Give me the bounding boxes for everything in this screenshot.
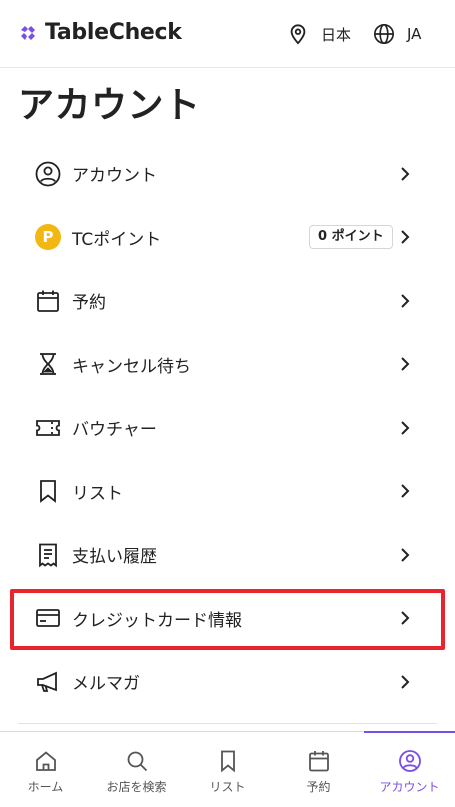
calendar-icon: [308, 751, 329, 772]
chevron-right-icon: [401, 230, 410, 244]
menu-item-account[interactable]: アカウント: [0, 142, 455, 206]
globe-icon: [374, 24, 394, 44]
location-pin-icon: [290, 24, 306, 45]
points-balance-badge: 0 ポイント: [309, 225, 393, 250]
nav-tab-lists[interactable]: リスト: [182, 732, 273, 807]
nav-tab-label: 予約: [306, 780, 331, 794]
bookmark-icon: [220, 750, 235, 773]
chevron-right-icon: [401, 484, 410, 498]
nav-tab-search[interactable]: お店を検索: [91, 732, 182, 807]
nav-tab-label: お店を検索: [106, 780, 167, 794]
user-circle-icon: [34, 160, 62, 188]
bookmark-icon: [34, 477, 62, 505]
nav-tab-reservations[interactable]: 予約: [273, 732, 364, 807]
nav-tab-label: リスト: [209, 780, 246, 794]
content-divider: [18, 723, 437, 724]
nav-tab-home[interactable]: ホーム: [0, 732, 91, 807]
logo-text: TableCheck: [45, 20, 182, 45]
menu-item-lists[interactable]: リスト: [0, 460, 455, 524]
points-coin-letter: P: [35, 224, 61, 251]
user-circle-icon: [398, 750, 421, 772]
credit-card-icon: [34, 604, 62, 632]
language-label: JA: [407, 25, 422, 43]
chevron-right-icon: [401, 294, 410, 308]
top-header: TableCheck 日本 JA: [0, 0, 455, 68]
region-selector[interactable]: 日本: [287, 22, 351, 46]
chevron-right-icon: [401, 675, 410, 689]
chevron-right-icon: [401, 167, 410, 181]
calendar-icon: [34, 287, 62, 315]
menu-item-label: リスト: [72, 483, 123, 504]
chevron-right-icon: [401, 421, 410, 435]
home-icon: [35, 751, 56, 771]
menu-item-vouchers[interactable]: バウチャー: [0, 396, 455, 460]
bottom-navigation: ホーム お店を検索 リスト 予約 アカウント: [0, 731, 455, 807]
menu-item-waitlist[interactable]: キャンセル待ち: [0, 333, 455, 397]
nav-tab-account[interactable]: アカウント: [364, 731, 455, 807]
menu-item-label: アカウント: [72, 166, 157, 187]
hourglass-icon: [34, 350, 62, 378]
ticket-icon: [34, 414, 62, 442]
nav-tab-label: ホーム: [27, 780, 64, 794]
menu-item-label: クレジットカード情報: [72, 610, 242, 631]
menu-item-newsletter[interactable]: メルマガ: [0, 650, 455, 714]
receipt-icon: [34, 541, 62, 569]
megaphone-icon: [34, 668, 62, 696]
menu-item-label: キャンセル待ち: [72, 356, 191, 377]
search-icon: [127, 751, 147, 772]
menu-item-label: バウチャー: [72, 420, 157, 441]
chevron-right-icon: [401, 548, 410, 562]
account-menu: アカウント P TCポイント 0 ポイント 予約 キャンセル待ち バウチャー リ…: [0, 142, 455, 714]
region-label: 日本: [321, 25, 352, 44]
tablecheck-logo[interactable]: TableCheck: [18, 20, 182, 46]
points-coin-icon: P: [34, 223, 62, 251]
menu-item-payment-history[interactable]: 支払い履歴: [0, 523, 455, 587]
chevron-right-icon: [401, 611, 410, 625]
menu-item-credit-card[interactable]: クレジットカード情報: [0, 587, 455, 651]
menu-item-label: 予約: [72, 293, 106, 314]
menu-item-tc-points[interactable]: P TCポイント 0 ポイント: [0, 206, 455, 270]
menu-item-label: 支払い履歴: [72, 547, 157, 568]
menu-item-label: メルマガ: [72, 674, 140, 695]
language-selector[interactable]: JA: [373, 22, 421, 46]
tablecheck-logo-icon: [21, 26, 35, 40]
menu-item-label: TCポイント: [72, 229, 162, 250]
chevron-right-icon: [401, 357, 410, 371]
menu-item-reservations[interactable]: 予約: [0, 269, 455, 333]
nav-tab-label: アカウント: [379, 780, 440, 794]
page-title: アカウント: [18, 85, 201, 126]
